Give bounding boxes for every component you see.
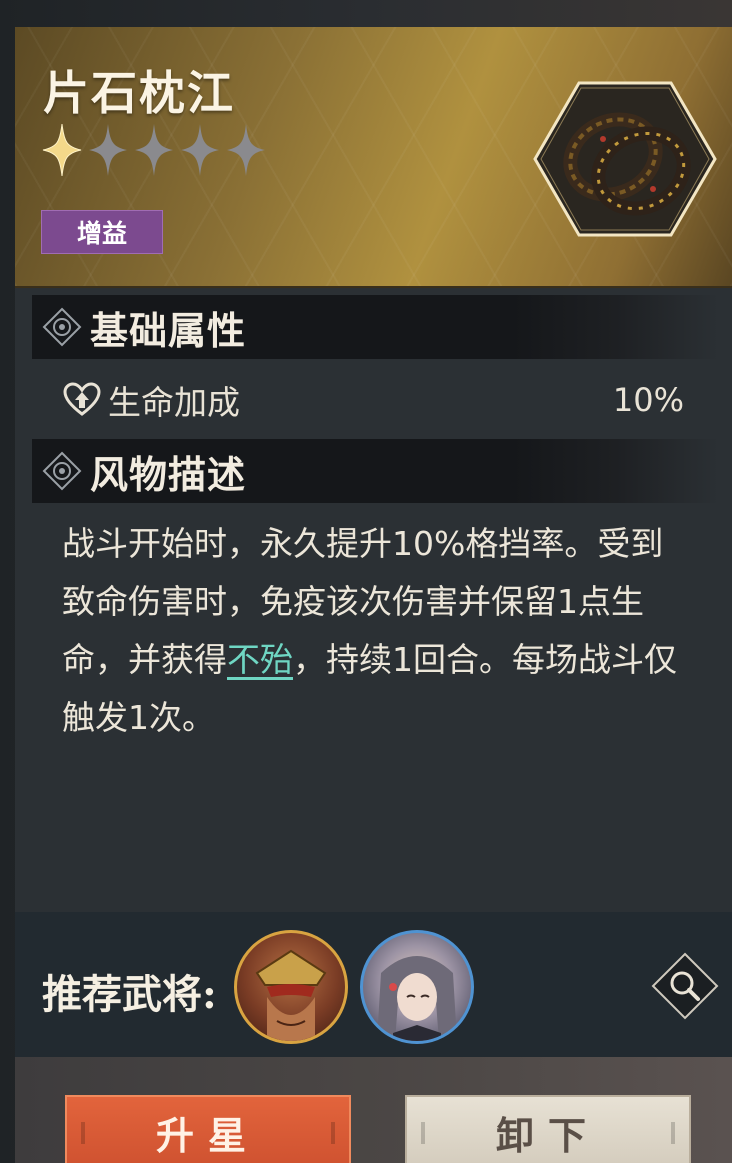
star-up-button[interactable]: 升星 [65,1095,351,1163]
star-empty-icon [87,122,129,178]
hero-avatar-silver-hair[interactable] [360,930,474,1044]
attribute-name: 生命加成 [108,383,240,422]
relic-header: 片石枕江 增益 [15,27,732,288]
diamond-eye-icon [42,307,82,347]
hero-avatar-red-mask[interactable] [234,930,348,1044]
attribute-row: 生命加成 10% [62,371,684,429]
star-empty-icon [133,122,175,178]
diamond-eye-icon [42,451,82,491]
description-header: 风物描述 [32,439,719,503]
star-filled-icon [41,122,83,178]
relic-description: 战斗开始时，永久提升10%格挡率。受到致命伤害时，免疫该次伤害并保留1点生命，并… [62,515,682,747]
section-title: 风物描述 [90,451,247,497]
magnifier-button[interactable] [651,952,719,1020]
attribute-value: 10% [612,381,684,419]
basic-attributes-header: 基础属性 [32,295,719,359]
action-bar: 升星 卸下 [15,1057,732,1163]
star-empty-icon [225,122,267,178]
keyword-link[interactable]: 不殆 [227,640,293,679]
star-rating [41,122,267,178]
star-empty-icon [179,122,221,178]
relic-detail-panel: 片石枕江 增益 基础属性 生命加成 10% 风物描述 战斗开始时，永久提升10%… [15,27,732,1163]
relic-name: 片石枕江 [43,66,235,120]
recommended-heroes-bar: 推荐武将: [15,912,732,1057]
unequip-button[interactable]: 卸下 [405,1095,691,1163]
recommend-label: 推荐武将: [42,971,217,1018]
buff-tag-badge: 增益 [41,210,163,254]
section-title: 基础属性 [90,307,247,353]
heart-up-icon [63,382,101,416]
search-icon [651,952,719,1020]
twin-bangle-icon [533,79,717,239]
